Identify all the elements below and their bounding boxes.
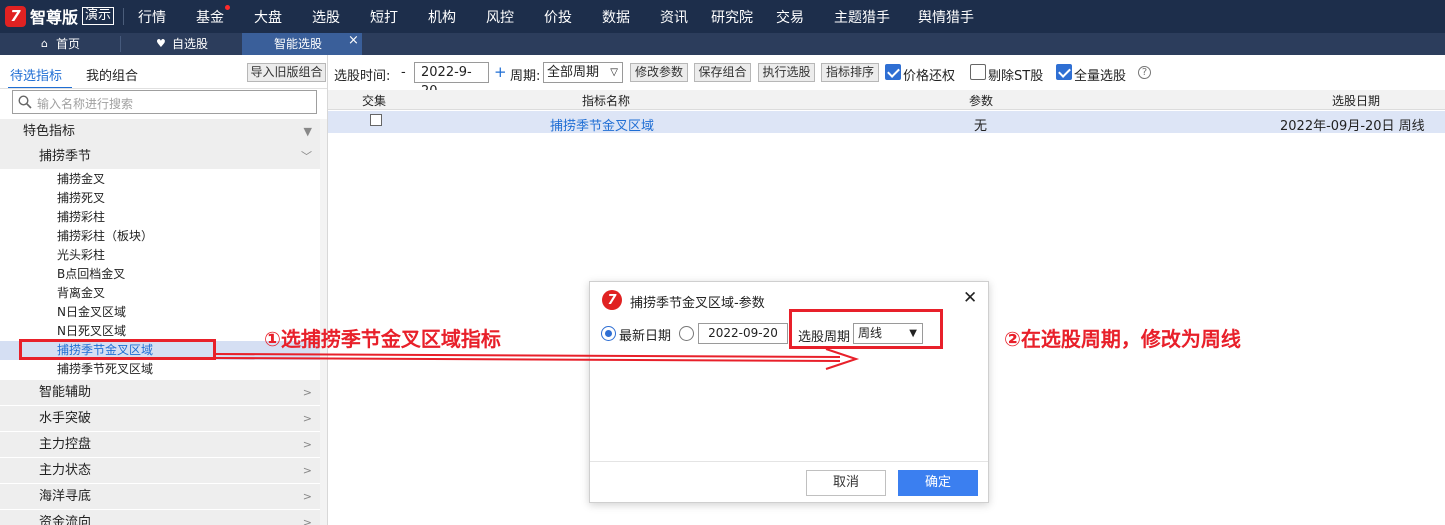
annotation-arrow-icon [215, 348, 860, 370]
